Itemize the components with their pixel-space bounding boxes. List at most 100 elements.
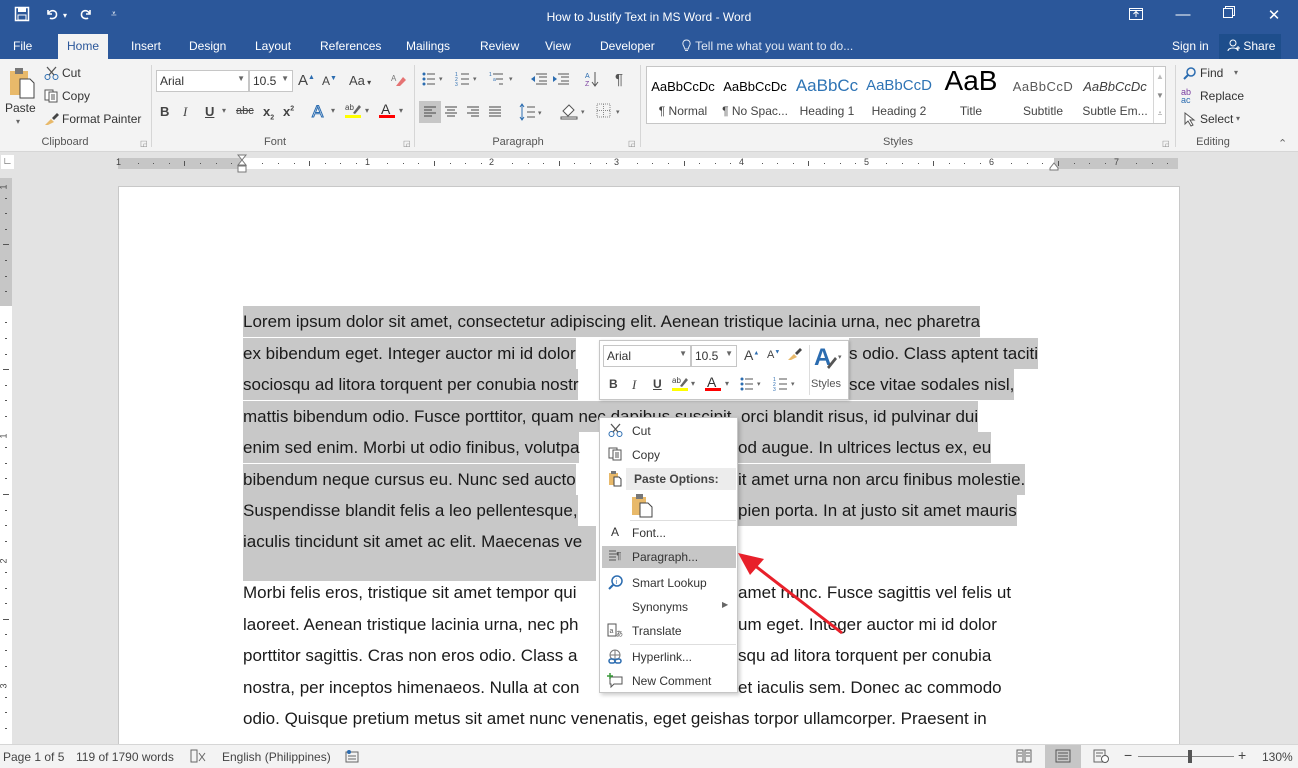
text-line[interactable]: odio. Quisque pretium metus sit amet nun… — [243, 703, 987, 734]
text-line[interactable]: porttitor sagittis. Cras non eros odio. … — [243, 640, 577, 671]
zoom-slider-track[interactable] — [1138, 756, 1234, 757]
text-line-selected-right[interactable]: s odio. Class aptent taciti — [849, 338, 1038, 369]
proofing-icon[interactable] — [190, 749, 206, 766]
tab-design[interactable]: Design — [189, 39, 226, 53]
page-count[interactable]: Page 1 of 5 — [3, 750, 64, 764]
vertical-ruler[interactable]: 1 1 2 3 — [0, 178, 12, 744]
font-color-dropdown-icon[interactable]: ▾ — [399, 106, 403, 115]
menu-item-translate[interactable]: aあ Translate — [602, 620, 736, 642]
restore-button[interactable] — [1214, 6, 1244, 21]
tab-selector-icon[interactable]: ∟ — [1, 155, 14, 169]
paste-keep-formatting-button[interactable] — [631, 494, 653, 521]
align-right-icon[interactable] — [466, 106, 480, 121]
show-hide-marks-icon[interactable]: ¶ — [615, 71, 623, 88]
read-mode-icon[interactable] — [1016, 749, 1032, 766]
italic-icon[interactable]: I — [183, 104, 187, 120]
sort-icon[interactable]: AZ — [584, 70, 600, 91]
macro-recording-icon[interactable] — [345, 749, 359, 766]
style-normal[interactable]: AaBbCcDc ¶ Normal — [647, 67, 719, 125]
grow-font-icon[interactable]: A▲ — [298, 72, 315, 89]
justify-icon[interactable] — [488, 106, 502, 121]
text-line-selected[interactable]: sociosqu ad litora torquent per conubia … — [243, 369, 579, 400]
share-button[interactable]: Share — [1219, 34, 1281, 59]
numbering-icon[interactable]: 1 2 3 ▾ — [773, 376, 799, 395]
paste-button[interactable]: Paste ▾ — [4, 65, 38, 131]
ribbon-display-options-icon[interactable] — [1121, 8, 1151, 23]
horizontal-ruler[interactable]: 1 1 2 3 4 5 6 7 — [116, 154, 1178, 173]
highlight-dropdown-icon[interactable]: ▾ — [365, 106, 369, 115]
minimize-button[interactable]: — — [1168, 6, 1198, 23]
styles-scrollbar[interactable]: ▲ ▼ ⩡ — [1153, 67, 1166, 123]
borders-icon[interactable]: ▾ — [596, 103, 624, 122]
style-heading-1[interactable]: AaBbCc Heading 1 — [791, 67, 863, 125]
text-line-selected[interactable]: enim sed enim. Morbi ut odio finibus, vo… — [243, 432, 580, 463]
highlight-color-icon[interactable]: ab — [671, 374, 689, 395]
shrink-font-icon[interactable]: A▼ — [322, 74, 337, 88]
bold-icon[interactable]: B — [609, 377, 618, 391]
style-subtle-emphasis[interactable]: AaBbCcDc Subtle Em... — [1079, 67, 1151, 125]
format-painter-icon[interactable] — [787, 347, 803, 364]
superscript-icon[interactable]: x2 — [283, 104, 294, 119]
text-effects-icon[interactable]: A — [311, 102, 323, 122]
web-layout-icon[interactable] — [1093, 749, 1109, 766]
mini-font-name-combo[interactable]: Arial ▼ — [603, 345, 691, 367]
clear-formatting-icon[interactable]: A — [390, 72, 406, 91]
style-subtitle[interactable]: AaBbCcD Subtitle — [1007, 67, 1079, 125]
grow-font-icon[interactable]: A▲ — [744, 347, 759, 363]
strikethrough-icon[interactable]: abc — [236, 105, 254, 117]
text-line-right[interactable]: squ ad litora torquent per conubia — [738, 640, 991, 671]
text-line-selected[interactable]: iaculis tincidunt sit amet ac elit. Maec… — [243, 526, 596, 557]
tab-file[interactable]: File — [13, 39, 32, 53]
text-line-right[interactable]: et iaculis sem. Donec ac commodo — [738, 672, 1002, 703]
text-line-selected-right[interactable]: sce vitae sodales nisl, — [849, 369, 1015, 400]
text-line-selected[interactable]: Suspendisse blandit felis a leo pellente… — [243, 495, 578, 526]
zoom-in-button[interactable]: + — [1238, 747, 1246, 763]
italic-icon[interactable]: I — [632, 377, 636, 393]
numbering-icon[interactable]: 1 2 3 ▾ — [455, 71, 481, 90]
tell-me-search[interactable]: Tell me what you want to do... — [681, 39, 853, 53]
font-size-combo[interactable]: 10.5 ▼ — [249, 70, 293, 92]
tab-insert[interactable]: Insert — [131, 39, 161, 53]
change-case-button[interactable]: Aa ▾ — [349, 73, 371, 88]
tab-layout[interactable]: Layout — [255, 39, 291, 53]
scroll-down-icon[interactable]: ▼ — [1154, 86, 1166, 105]
style-heading-2[interactable]: AaBbCcD Heading 2 — [863, 67, 935, 125]
line-spacing-icon[interactable]: ▾ — [519, 103, 545, 124]
tab-home[interactable]: Home — [58, 34, 109, 59]
menu-item-copy[interactable]: Copy — [602, 444, 736, 466]
menu-item-smart-lookup[interactable]: i Smart Lookup — [602, 572, 736, 594]
styles-dialog-launcher[interactable]: ◲ — [1162, 139, 1170, 148]
word-count[interactable]: 119 of 1790 words — [76, 750, 174, 764]
paragraph-dialog-launcher[interactable]: ◲ — [628, 139, 636, 148]
tab-references[interactable]: References — [320, 39, 381, 53]
bullets-icon[interactable]: ▾ — [421, 71, 447, 90]
zoom-level[interactable]: 130% — [1262, 750, 1293, 764]
menu-item-synonyms[interactable]: Synonyms ▶ — [602, 596, 736, 618]
text-line-selected[interactable]: Lorem ipsum dolor sit amet, consectetur … — [243, 306, 981, 337]
font-color-icon[interactable]: A — [378, 101, 396, 122]
style-no-spacing[interactable]: AaBbCcDc ¶ No Spac... — [719, 67, 791, 125]
multilevel-list-icon[interactable]: 1 a ▾ — [489, 71, 517, 90]
shrink-font-icon[interactable]: A▼ — [767, 349, 780, 361]
text-line-selected-right[interactable]: od augue. In ultrices lectus ex, eu — [738, 432, 992, 463]
zoom-out-button[interactable]: − — [1124, 747, 1132, 763]
font-color-icon[interactable]: A — [704, 374, 722, 395]
clipboard-dialog-launcher[interactable]: ◲ — [140, 139, 148, 148]
print-layout-button[interactable] — [1045, 745, 1081, 768]
text-line[interactable]: Morbi felis eros, tristique sit amet tem… — [243, 577, 577, 608]
text-line[interactable]: laoreet. Aenean tristique lacinia urna, … — [243, 609, 579, 640]
text-effects-dropdown-icon[interactable]: ▾ — [331, 106, 335, 115]
bullets-icon[interactable]: ▾ — [739, 376, 765, 395]
menu-item-new-comment[interactable]: New Comment — [602, 670, 736, 692]
tab-review[interactable]: Review — [480, 39, 519, 53]
shading-icon[interactable]: ▾ — [560, 102, 590, 123]
font-dialog-launcher[interactable]: ◲ — [403, 139, 411, 148]
style-title[interactable]: AaB Title — [935, 65, 1007, 125]
collapse-ribbon-icon[interactable]: ⌃ — [1278, 137, 1287, 150]
text-line[interactable]: nostra, per inceptos himenaeos. Nulla at… — [243, 672, 579, 703]
increase-indent-icon[interactable] — [552, 71, 570, 90]
underline-icon[interactable]: U — [205, 104, 214, 119]
underline-icon[interactable]: U — [653, 377, 662, 391]
decrease-indent-icon[interactable] — [530, 71, 548, 90]
menu-item-cut[interactable]: Cut — [602, 420, 736, 442]
